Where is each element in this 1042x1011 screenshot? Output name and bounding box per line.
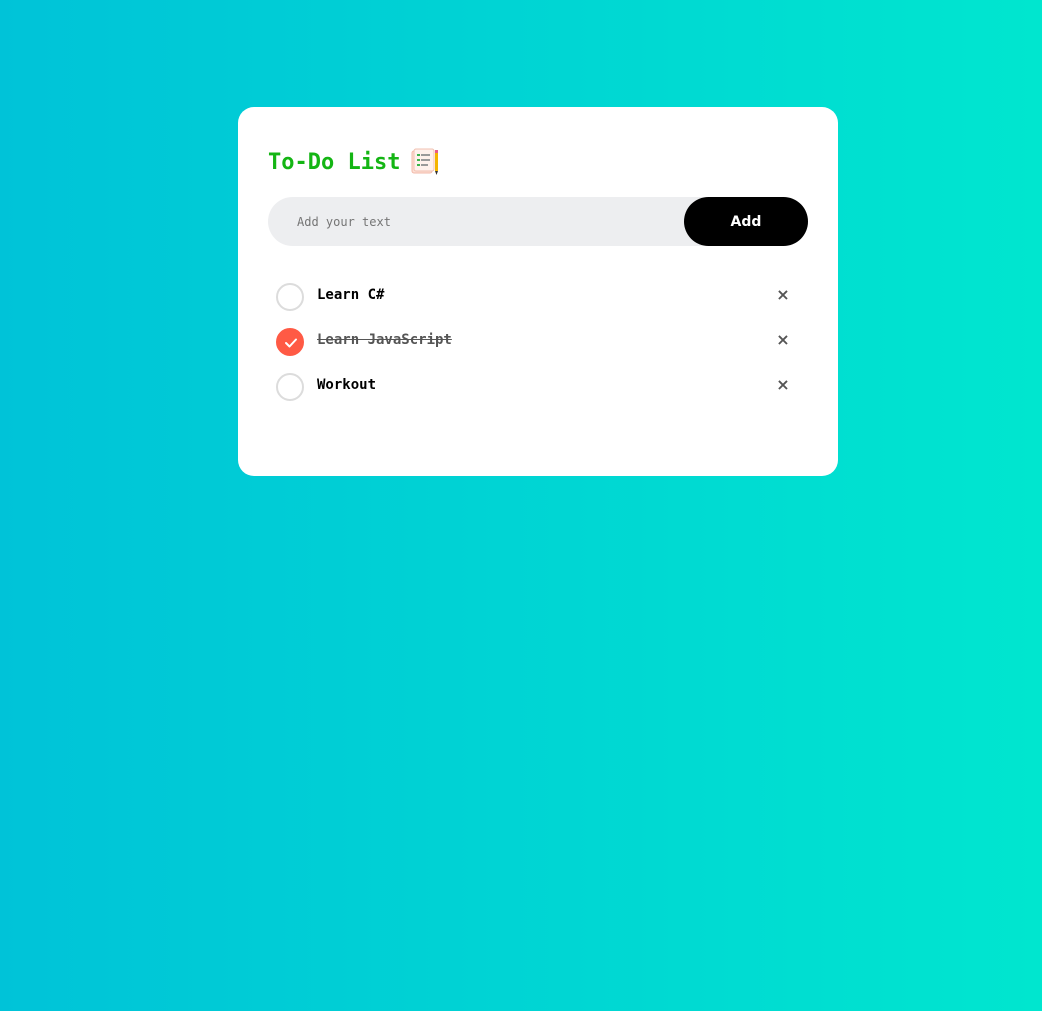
remove-icon[interactable]: × — [774, 285, 792, 305]
todo-text-input[interactable] — [268, 197, 678, 246]
unchecked-circle-icon[interactable] — [276, 373, 304, 401]
unchecked-circle-icon[interactable] — [276, 283, 304, 311]
remove-icon[interactable]: × — [774, 330, 792, 350]
todo-item[interactable]: Learn C# × — [268, 274, 808, 319]
add-todo-row: Add — [268, 197, 808, 246]
remove-icon[interactable]: × — [774, 375, 792, 395]
todo-item[interactable]: Workout × — [268, 364, 808, 409]
header: To-Do List — [268, 147, 440, 177]
todo-list: Learn C# × Learn JavaScript × Workout × — [268, 274, 808, 409]
todo-card: To-Do List Add Learn C# × — [238, 107, 838, 476]
checked-circle-icon[interactable] — [276, 328, 304, 356]
todo-item-text: Learn JavaScript — [317, 332, 452, 348]
checkmark-icon — [285, 338, 297, 348]
page-title: To-Do List — [268, 149, 401, 175]
todo-item-text: Workout — [317, 377, 377, 393]
add-button[interactable]: Add — [684, 197, 808, 246]
todo-item-text: Learn C# — [317, 287, 385, 303]
todo-item[interactable]: Learn JavaScript × — [268, 319, 808, 364]
notepad-icon — [410, 148, 440, 176]
